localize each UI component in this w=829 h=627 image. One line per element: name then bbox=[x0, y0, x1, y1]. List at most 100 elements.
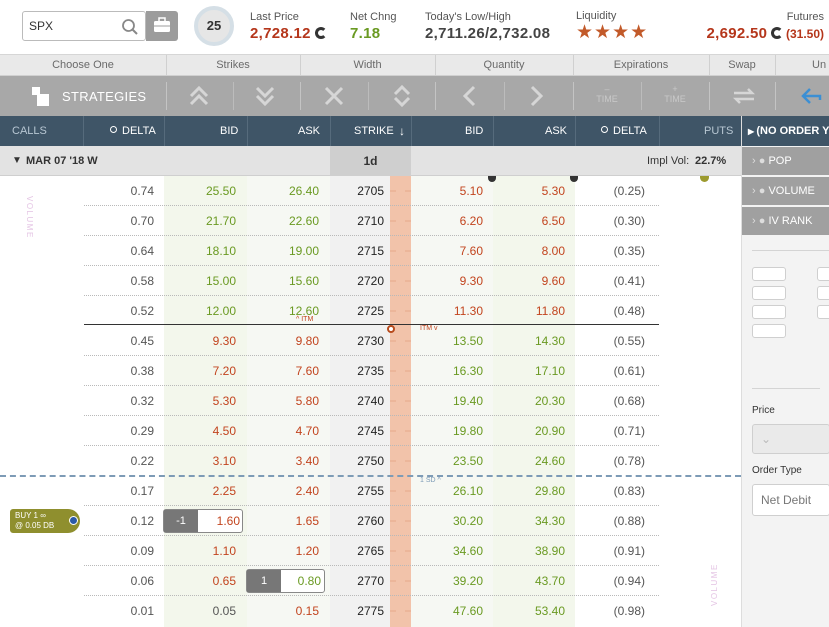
table-row[interactable]: 0.70 21.70 22.60 2710 6.20 6.50 (0.30) bbox=[0, 206, 741, 236]
symbol-search-box[interactable] bbox=[22, 11, 146, 41]
put-ask-cell[interactable]: 38.90 bbox=[493, 536, 565, 566]
time-plus-button[interactable]: + TIME bbox=[658, 84, 692, 104]
table-row[interactable]: 0.29 4.50 4.70 2745 19.80 20.90 (0.71) bbox=[0, 416, 741, 446]
order-type-select[interactable]: Net Debit bbox=[752, 484, 829, 516]
put-ask-cell[interactable]: 24.60 bbox=[493, 446, 565, 476]
call-bid-cell[interactable]: 4.50 bbox=[164, 416, 236, 446]
table-row[interactable]: 0.38 7.20 7.60 2735 16.30 17.10 (0.61) bbox=[0, 356, 741, 386]
call-bid-cell[interactable]: 3.10 bbox=[164, 446, 236, 476]
symbol-search-input[interactable] bbox=[29, 19, 119, 33]
chevron-down-icon[interactable]: ⌄ bbox=[761, 432, 771, 446]
sort-arrow-icon[interactable]: ↓ bbox=[399, 124, 405, 138]
order-leg-box[interactable] bbox=[752, 324, 786, 338]
call-ask-cell[interactable]: 7.60 bbox=[247, 356, 319, 386]
put-bid-cell[interactable]: 9.30 bbox=[411, 266, 483, 296]
search-icon[interactable] bbox=[121, 18, 139, 36]
time-minus-button[interactable]: – TIME bbox=[590, 84, 624, 104]
order-leg-box[interactable] bbox=[817, 286, 829, 300]
call-bid-cell[interactable]: 5.30 bbox=[164, 386, 236, 416]
quantity-increase-icon[interactable] bbox=[524, 84, 548, 108]
swap-icon[interactable] bbox=[730, 84, 758, 108]
delta-toggle-icon[interactable] bbox=[601, 126, 608, 133]
order-leg-box[interactable] bbox=[752, 286, 786, 300]
price-field[interactable]: ⌄ bbox=[752, 424, 829, 454]
table-row[interactable]: 0.01 0.05 0.15 2775 47.60 53.40 (0.98) bbox=[0, 596, 741, 626]
table-row[interactable]: 0.52 12.00 12.60 2725 11.30 11.80 (0.48) bbox=[0, 296, 741, 326]
table-row[interactable]: 0.12 1.65 2760 30.20 34.30 (0.88) bbox=[0, 506, 741, 536]
volume-tab[interactable]: › ● VOLUME bbox=[742, 177, 829, 205]
call-ask-cell[interactable]: 4.70 bbox=[247, 416, 319, 446]
call-bid-cell[interactable]: 25.50 bbox=[164, 176, 236, 206]
ivrank-tab[interactable]: › ● IV RANK bbox=[742, 207, 829, 235]
put-bid-cell[interactable]: 16.30 bbox=[411, 356, 483, 386]
table-row[interactable]: 0.09 1.10 1.20 2765 34.60 38.90 (0.91) bbox=[0, 536, 741, 566]
put-bid-cell[interactable]: 19.40 bbox=[411, 386, 483, 416]
call-ask-cell[interactable]: 1.20 bbox=[247, 536, 319, 566]
call-ask-cell[interactable]: 26.40 bbox=[247, 176, 319, 206]
chevron-down-icon[interactable]: ▼ bbox=[12, 155, 22, 166]
put-bid-cell[interactable]: 30.20 bbox=[411, 506, 483, 536]
put-bid-cell[interactable]: 39.20 bbox=[411, 566, 483, 596]
table-row[interactable]: 0.74 25.50 26.40 2705 5.10 5.30 (0.25) bbox=[0, 176, 741, 206]
put-ask-cell[interactable]: 9.60 bbox=[493, 266, 565, 296]
call-ask-cell[interactable]: 22.60 bbox=[247, 206, 319, 236]
put-ask-cell[interactable]: 29.80 bbox=[493, 476, 565, 506]
position-badge[interactable]: BUY 1 ∞ @ 0.05 DB bbox=[10, 509, 80, 533]
call-ask-cell[interactable]: 15.60 bbox=[247, 266, 319, 296]
call-ask-cell[interactable]: 19.00 bbox=[247, 236, 319, 266]
refresh-icon[interactable] bbox=[770, 27, 783, 39]
call-bid-cell[interactable]: 15.00 bbox=[164, 266, 236, 296]
strike-down-icon[interactable] bbox=[253, 84, 277, 108]
call-bid-cell[interactable]: 12.00 bbox=[164, 296, 236, 326]
expiration-row[interactable]: ▼ MAR 07 '18 W 1d Impl Vol: 22.7% bbox=[0, 146, 741, 176]
table-row[interactable]: 0.22 3.10 3.40 2750 23.50 24.60 (0.78) bbox=[0, 446, 741, 476]
put-bid-cell[interactable]: 34.60 bbox=[411, 536, 483, 566]
order-leg-box[interactable] bbox=[752, 305, 786, 319]
put-ask-cell[interactable]: 34.30 bbox=[493, 506, 565, 536]
put-bid-cell[interactable]: 6.20 bbox=[411, 206, 483, 236]
call-bid-cell[interactable]: 2.25 bbox=[164, 476, 236, 506]
buy-order-chip[interactable]: 1 0.80 bbox=[246, 569, 325, 593]
refresh-icon[interactable] bbox=[315, 27, 328, 39]
table-row[interactable]: 0.58 15.00 15.60 2720 9.30 9.60 (0.41) bbox=[0, 266, 741, 296]
put-ask-cell[interactable]: 43.70 bbox=[493, 566, 565, 596]
put-ask-cell[interactable]: 20.30 bbox=[493, 386, 565, 416]
call-bid-cell[interactable]: 1.10 bbox=[164, 536, 236, 566]
put-ask-cell[interactable]: 6.50 bbox=[493, 206, 565, 236]
put-ask-cell[interactable]: 5.30 bbox=[493, 176, 565, 206]
put-bid-cell[interactable]: 7.60 bbox=[411, 236, 483, 266]
call-bid-cell[interactable]: 18.10 bbox=[164, 236, 236, 266]
order-leg-box[interactable] bbox=[752, 267, 786, 281]
briefcase-icon[interactable] bbox=[146, 11, 178, 41]
call-bid-cell[interactable]: 0.05 bbox=[164, 596, 236, 626]
delta-toggle-icon[interactable] bbox=[110, 126, 117, 133]
call-bid-cell[interactable]: 9.30 bbox=[164, 326, 236, 356]
put-bid-cell[interactable]: 23.50 bbox=[411, 446, 483, 476]
sell-order-chip[interactable]: -1 1.60 bbox=[163, 509, 243, 533]
put-bid-cell[interactable]: 5.10 bbox=[411, 176, 483, 206]
put-ask-cell[interactable]: 53.40 bbox=[493, 596, 565, 626]
call-bid-cell[interactable]: 21.70 bbox=[164, 206, 236, 236]
order-leg-box[interactable] bbox=[817, 267, 829, 281]
put-ask-cell[interactable]: 20.90 bbox=[493, 416, 565, 446]
call-bid-cell[interactable]: 0.65 bbox=[164, 566, 236, 596]
width-expand-icon[interactable] bbox=[390, 84, 414, 108]
put-ask-cell[interactable]: 14.30 bbox=[493, 326, 565, 356]
put-bid-cell[interactable]: 19.80 bbox=[411, 416, 483, 446]
call-ask-cell[interactable]: 0.15 bbox=[247, 596, 319, 626]
put-bid-cell[interactable]: 11.30 bbox=[411, 296, 483, 326]
table-row[interactable]: 0.06 0.65 2770 39.20 43.70 (0.94) bbox=[0, 566, 741, 596]
order-leg-box[interactable] bbox=[817, 305, 829, 319]
call-ask-cell[interactable]: 5.80 bbox=[247, 386, 319, 416]
table-row[interactable]: 0.45 9.30 9.80 2730 13.50 14.30 (0.55) bbox=[0, 326, 741, 356]
call-bid-cell[interactable]: 7.20 bbox=[164, 356, 236, 386]
call-ask-cell[interactable]: 1.65 bbox=[247, 506, 319, 536]
undo-icon[interactable] bbox=[800, 84, 824, 108]
put-ask-cell[interactable]: 17.10 bbox=[493, 356, 565, 386]
put-bid-cell[interactable]: 47.60 bbox=[411, 596, 483, 626]
width-narrow-icon[interactable] bbox=[322, 84, 346, 108]
put-ask-cell[interactable]: 11.80 bbox=[493, 296, 565, 326]
table-row[interactable]: 0.17 2.25 2.40 2755 26.10 29.80 (0.83) bbox=[0, 476, 741, 506]
call-ask-cell[interactable]: 2.40 bbox=[247, 476, 319, 506]
quantity-decrease-icon[interactable] bbox=[458, 84, 482, 108]
